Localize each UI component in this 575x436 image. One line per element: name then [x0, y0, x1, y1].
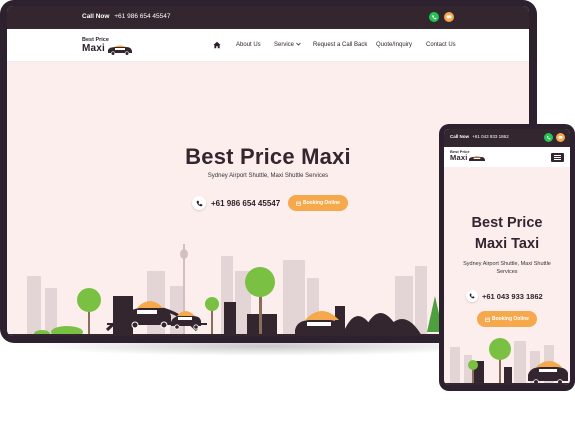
mobile-screen: Call Now +61 043 933 1862 Best Price Max…: [444, 129, 570, 385]
logo-line2: Maxi: [82, 42, 106, 54]
chevron-down-icon: [295, 42, 301, 46]
calendar-icon: [485, 317, 490, 322]
menu-icon[interactable]: [551, 153, 564, 162]
mobile-topbar: Call Now +61 043 933 1862: [444, 129, 570, 147]
desktop-navbar: Best Price Maxi About Us Service Request…: [7, 29, 529, 62]
mobile-city-skyline-illustration: [444, 338, 570, 385]
mobile-call-now-label: Call Now: [450, 134, 470, 139]
logo-van-icon: [469, 156, 485, 161]
mobile-logo-line2: Maxi: [450, 153, 468, 162]
nav-request-call-back[interactable]: Request a Call Back: [313, 42, 367, 48]
mobile-logo[interactable]: Best Price Maxi: [450, 150, 485, 162]
booking-online-button[interactable]: Booking Online: [288, 195, 348, 211]
mobile-booking-online-button[interactable]: Booking Online: [477, 311, 537, 327]
desktop-logo[interactable]: Best Price Maxi: [82, 37, 132, 56]
call-now-label: Call Now: [82, 13, 110, 20]
nav-about-us[interactable]: About Us: [236, 42, 261, 48]
calendar-icon: [296, 201, 301, 206]
chat-icon[interactable]: [444, 12, 454, 22]
mobile-booking-online-label: Booking Online: [492, 316, 529, 322]
mobile-hero-phone-link[interactable]: +61 043 933 1862: [466, 290, 543, 302]
nav-quote-inquiry[interactable]: Quote/Inquiry: [376, 42, 412, 48]
mobile-hero-title: Best Price Maxi Taxi: [444, 213, 570, 255]
mobile-hero-title-line2: Maxi Taxi: [474, 236, 540, 252]
topbar-phone[interactable]: +61 986 654 45547: [114, 13, 170, 20]
chat-icon[interactable]: [556, 133, 565, 142]
desktop-call-now[interactable]: Call Now +61 986 654 45547: [82, 13, 170, 20]
mobile-hero-title-line1: Best Price: [471, 215, 543, 231]
phone-icon: [192, 196, 206, 210]
whatsapp-icon[interactable]: [429, 12, 439, 22]
nav-service[interactable]: Service: [274, 42, 301, 48]
hero-phone-link[interactable]: +61 986 654 45547: [192, 196, 280, 210]
mobile-call-now[interactable]: Call Now +61 043 933 1862: [450, 134, 509, 139]
mobile-hero-subtitle: Sydney Airport Shuttle, Maxi Shuttle Ser…: [463, 261, 551, 275]
booking-online-label: Booking Online: [303, 200, 340, 206]
nav-contact-us[interactable]: Contact Us: [426, 42, 456, 48]
hero-phone-number: +61 986 654 45547: [211, 198, 281, 208]
home-icon[interactable]: [213, 41, 221, 49]
mobile-topbar-phone[interactable]: +61 043 933 1862: [472, 134, 508, 139]
mobile-frame: Call Now +61 043 933 1862 Best Price Max…: [439, 124, 575, 391]
mobile-navbar: Best Price Maxi: [444, 147, 570, 167]
device-mockup-stage: Call Now +61 986 654 45547 Best Price Ma…: [0, 0, 575, 436]
phone-icon: [466, 290, 478, 302]
whatsapp-icon[interactable]: [544, 133, 553, 142]
nav-service-label: Service: [274, 42, 295, 48]
mobile-hero-phone-number: +61 043 933 1862: [482, 291, 543, 301]
desktop-topbar: Call Now +61 986 654 45547: [7, 6, 529, 29]
logo-van-icon: [108, 45, 132, 56]
